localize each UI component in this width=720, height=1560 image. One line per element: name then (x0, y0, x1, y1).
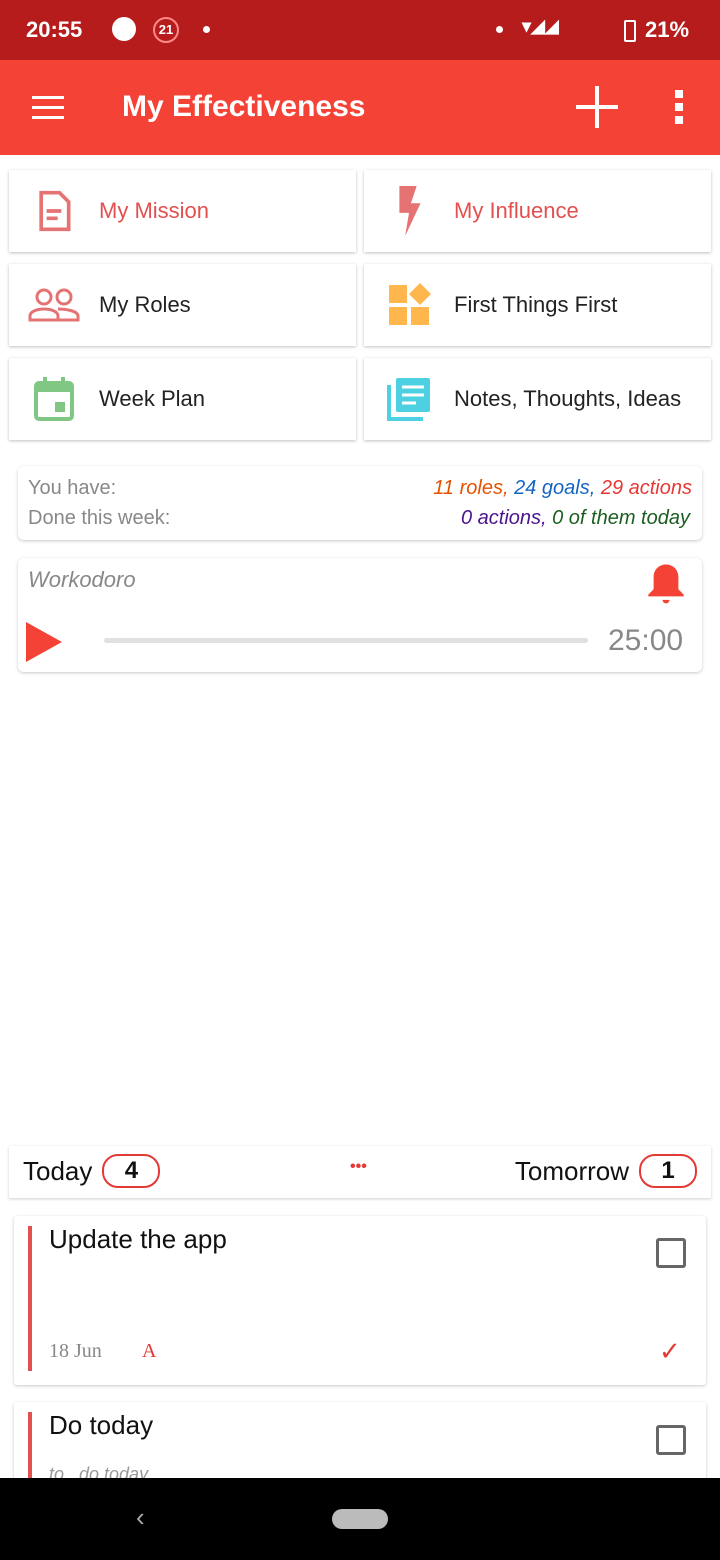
tomorrow-count-badge: 1 (639, 1154, 697, 1188)
stats-card: You have: Done this week: 11 roles, 24 g… (18, 466, 702, 540)
goals-count: 24 goals, (514, 477, 596, 499)
workodoro-title: Workodoro (28, 567, 136, 592)
day-tabs: Today 4 ••• Tomorrow 1 (9, 1146, 711, 1198)
document-icon (9, 189, 99, 233)
wifi-signal-icon: ▾◢◢ (522, 16, 559, 36)
tile-label: My Influence (454, 198, 579, 223)
progress-bar (104, 638, 588, 643)
check-icon[interactable]: ✓ (659, 1336, 681, 1367)
actions-count: 29 actions (600, 477, 692, 499)
workodoro-card: Workodoro 25:00 (18, 558, 702, 672)
tile-first-things-first[interactable]: First Things First (364, 264, 711, 346)
tab-label: Today (23, 1155, 93, 1186)
notes-icon (364, 377, 454, 421)
priority-bar (28, 1226, 32, 1371)
lightning-icon (364, 186, 454, 236)
play-button[interactable] (26, 622, 62, 662)
today-count-badge: 4 (102, 1154, 161, 1188)
clock: 20:55 (26, 17, 83, 42)
widgets-icon (364, 283, 454, 327)
app-notification-icon (112, 17, 136, 41)
notification-badge: 21 (153, 17, 179, 43)
tile-label: First Things First (454, 292, 618, 317)
back-icon[interactable]: ‹ (136, 1502, 145, 1533)
done-totals: 0 actions, 0 of them today (461, 507, 690, 530)
timer: 25:00 (608, 624, 684, 657)
tile-label: My Roles (99, 292, 191, 317)
tile-week-plan[interactable]: Week Plan (9, 358, 356, 440)
battery-level: 21% (645, 17, 690, 42)
tile-label: Week Plan (99, 386, 205, 411)
task-priority: A (142, 1340, 157, 1362)
more-dots-icon[interactable]: ••• (350, 1158, 367, 1176)
task-checkbox[interactable] (656, 1238, 686, 1268)
done-today: 0 of them today (552, 507, 690, 529)
add-icon[interactable] (576, 86, 618, 128)
tab-tomorrow[interactable]: Tomorrow 1 (515, 1154, 697, 1188)
menu-icon[interactable] (32, 96, 64, 119)
tile-label: Notes, Thoughts, Ideas (454, 386, 682, 411)
tile-notes-thoughts-ideas[interactable]: Notes, Thoughts, Ideas (364, 358, 711, 440)
more-options-icon[interactable] (675, 90, 683, 124)
status-bar: 20:55 21 ▾◢◢ 21% (0, 0, 720, 60)
tab-today[interactable]: Today 4 (23, 1154, 161, 1188)
navigation-bar: ‹ (0, 1478, 720, 1560)
done-this-week-label: Done this week: (28, 507, 171, 529)
tile-my-roles[interactable]: My Roles (9, 264, 356, 346)
dot-icon (203, 26, 210, 33)
task-title: Update the app (49, 1224, 227, 1254)
tile-my-mission[interactable]: My Mission (9, 170, 356, 252)
app-bar: My Effectiveness (0, 60, 720, 155)
bell-icon[interactable] (644, 561, 688, 607)
dot-icon (496, 26, 503, 33)
task-checkbox[interactable] (656, 1425, 686, 1455)
you-have-label: You have: (28, 477, 117, 499)
calendar-icon (9, 377, 99, 421)
done-actions: 0 actions, (460, 507, 547, 529)
tab-label: Tomorrow (514, 1155, 629, 1186)
battery-icon (624, 20, 636, 42)
people-icon (9, 287, 99, 323)
totals: 11 roles, 24 goals, 29 actions (433, 477, 692, 500)
task-card[interactable]: Update the app 18 Jun A ✓ (14, 1216, 706, 1385)
task-date: 18 Jun (49, 1340, 102, 1362)
roles-count: 11 roles, (433, 477, 509, 499)
page-title: My Effectiveness (122, 90, 366, 123)
home-pill[interactable] (332, 1509, 388, 1529)
task-title: Do today (49, 1410, 154, 1440)
tile-label: My Mission (99, 198, 210, 223)
tile-my-influence[interactable]: My Influence (364, 170, 711, 252)
